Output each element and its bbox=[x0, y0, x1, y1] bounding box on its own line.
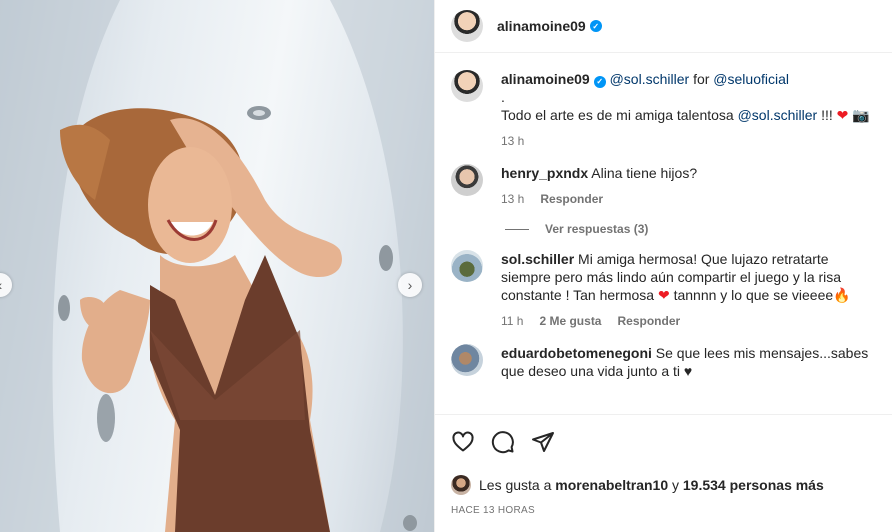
caption-text: Todo el arte es de mi amiga talentosa bbox=[501, 107, 734, 123]
mention-link[interactable]: @sol.schiller bbox=[610, 71, 690, 87]
liker-avatar[interactable] bbox=[451, 475, 471, 495]
view-replies-label: Ver respuestas (3) bbox=[545, 222, 649, 236]
caption-avatar[interactable] bbox=[451, 70, 483, 102]
caption-exclamation: !!! bbox=[821, 107, 833, 123]
comment-username[interactable]: eduardobetomenegoni bbox=[501, 345, 652, 361]
caption-username[interactable]: alinamoine09 bbox=[501, 71, 590, 87]
reply-button[interactable]: Responder bbox=[540, 190, 603, 208]
comment-item: sol.schiller Mi amiga hermosa! Que lujaz… bbox=[451, 250, 877, 330]
caption-for-word: for bbox=[693, 71, 710, 87]
comment-username[interactable]: sol.schiller bbox=[501, 251, 574, 267]
comment-time[interactable]: 13 h bbox=[501, 190, 524, 208]
comment-item: henry_pxndx Alina tiene hijos? 13 h Resp… bbox=[451, 164, 877, 208]
post-timestamp[interactable]: HACE 13 HORAS bbox=[451, 505, 877, 516]
post-panel: alinamoine09 ✓ alinamoine09 ✓ @sol.schill… bbox=[434, 0, 892, 532]
verified-check-icon: ✓ bbox=[593, 76, 606, 88]
post-viewer: ‹ › alinamoine09 ✓ alinamoine09✓ @sol.sc… bbox=[0, 0, 892, 532]
comment-text: Alina tiene hijos? bbox=[591, 165, 698, 181]
caption-time[interactable]: 13 h bbox=[501, 132, 524, 150]
mention-link[interactable]: @sol.schiller bbox=[738, 107, 818, 123]
liker-username[interactable]: morenabeltran10 bbox=[555, 477, 668, 493]
post-actions: Les gusta a morenabeltran10 y 19.534 per… bbox=[435, 414, 892, 516]
post-header: alinamoine09 ✓ bbox=[435, 0, 892, 53]
comment-item: eduardobetomenegoni Se que lees mis mens… bbox=[451, 344, 877, 380]
comment-username[interactable]: henry_pxndx bbox=[501, 165, 588, 181]
likes-connector: y bbox=[672, 477, 679, 493]
comment-time[interactable]: 11 h bbox=[501, 312, 523, 330]
photo-illustration bbox=[0, 0, 434, 532]
commenter-avatar[interactable] bbox=[451, 344, 483, 376]
caption-emojis: ❤ 📷 bbox=[836, 107, 870, 123]
likes-count[interactable]: 19.534 personas más bbox=[683, 477, 824, 493]
mention-link[interactable]: @seluoficial bbox=[713, 71, 789, 87]
verified-check-icon: ✓ bbox=[589, 20, 602, 32]
comment-text-tail: tannnn y lo que se vieeee🔥 bbox=[673, 287, 851, 303]
caption-dot: . bbox=[501, 89, 505, 105]
share-paper-plane-icon[interactable] bbox=[531, 430, 555, 454]
likes-summary[interactable]: Les gusta a morenabeltran10 y 19.534 per… bbox=[451, 475, 877, 495]
comment-bubble-icon[interactable] bbox=[491, 430, 515, 454]
commenter-avatar[interactable] bbox=[451, 164, 483, 196]
post-photo[interactable]: ‹ › bbox=[0, 0, 434, 532]
like-heart-icon[interactable] bbox=[451, 430, 475, 454]
replies-divider bbox=[505, 228, 529, 230]
author-avatar[interactable] bbox=[451, 10, 483, 42]
heart-emoji: ❤ bbox=[657, 287, 670, 303]
comments-list[interactable]: alinamoine09 ✓ @sol.schiller for @seluofi… bbox=[435, 54, 892, 414]
comment-likes[interactable]: 2 Me gusta bbox=[539, 312, 601, 330]
commenter-avatar[interactable] bbox=[451, 250, 483, 282]
reply-button[interactable]: Responder bbox=[617, 312, 680, 330]
next-photo-button[interactable]: › bbox=[398, 273, 422, 297]
view-replies-button[interactable]: Ver respuestas (3) bbox=[505, 222, 877, 236]
author-username[interactable]: alinamoine09 bbox=[497, 18, 586, 34]
likes-prefix: Les gusta a bbox=[479, 477, 552, 493]
caption: alinamoine09 ✓ @sol.schiller for @seluofi… bbox=[451, 70, 877, 150]
